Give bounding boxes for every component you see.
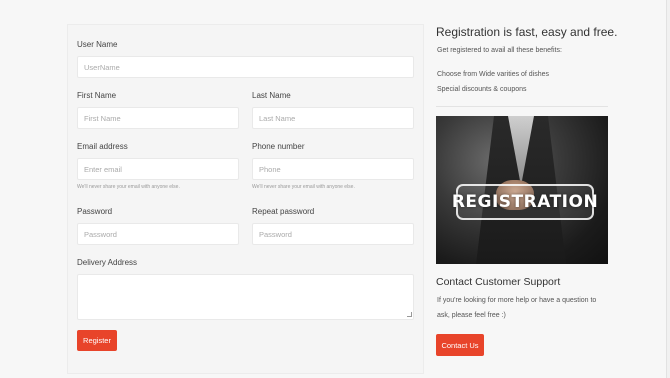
benefit-item: Choose from Wide varities of dishes <box>437 71 550 78</box>
delivery-address-textarea[interactable] <box>77 274 414 320</box>
password-input[interactable] <box>77 223 239 245</box>
phone-help-text: We'll never share your email with anyone… <box>252 184 355 190</box>
scrollbar[interactable] <box>666 0 670 378</box>
textarea-resize-handle[interactable] <box>407 312 412 317</box>
registration-image-label: REGISTRATION <box>452 184 598 220</box>
email-help-text: We'll never share your email with anyone… <box>77 184 180 190</box>
username-input[interactable] <box>77 56 414 78</box>
register-button[interactable]: Register <box>77 330 117 351</box>
sidebar-divider <box>436 106 608 107</box>
registration-image: REGISTRATION <box>436 116 608 264</box>
phone-input[interactable] <box>252 158 414 180</box>
contact-support-text-2: ask, please feel free :) <box>437 312 506 319</box>
password-label: Password <box>77 207 113 216</box>
delivery-address-label: Delivery Address <box>77 258 138 267</box>
contact-us-button[interactable]: Contact Us <box>436 334 484 356</box>
phone-label: Phone number <box>252 142 305 151</box>
repeat-password-input[interactable] <box>252 223 414 245</box>
last-name-label: Last Name <box>252 91 291 100</box>
sidebar-title: Registration is fast, easy and free. <box>436 25 618 39</box>
contact-support-text: If you're looking for more help or have … <box>437 297 597 304</box>
email-label: Email address <box>77 142 128 151</box>
benefit-item: Special discounts & coupons <box>437 86 527 93</box>
username-label: User Name <box>77 40 118 49</box>
first-name-label: First Name <box>77 91 117 100</box>
email-input[interactable] <box>77 158 239 180</box>
repeat-password-label: Repeat password <box>252 207 315 216</box>
contact-support-title: Contact Customer Support <box>436 276 561 288</box>
last-name-input[interactable] <box>252 107 414 129</box>
first-name-input[interactable] <box>77 107 239 129</box>
sidebar-subtitle: Get registered to avail all these benefi… <box>437 47 562 54</box>
